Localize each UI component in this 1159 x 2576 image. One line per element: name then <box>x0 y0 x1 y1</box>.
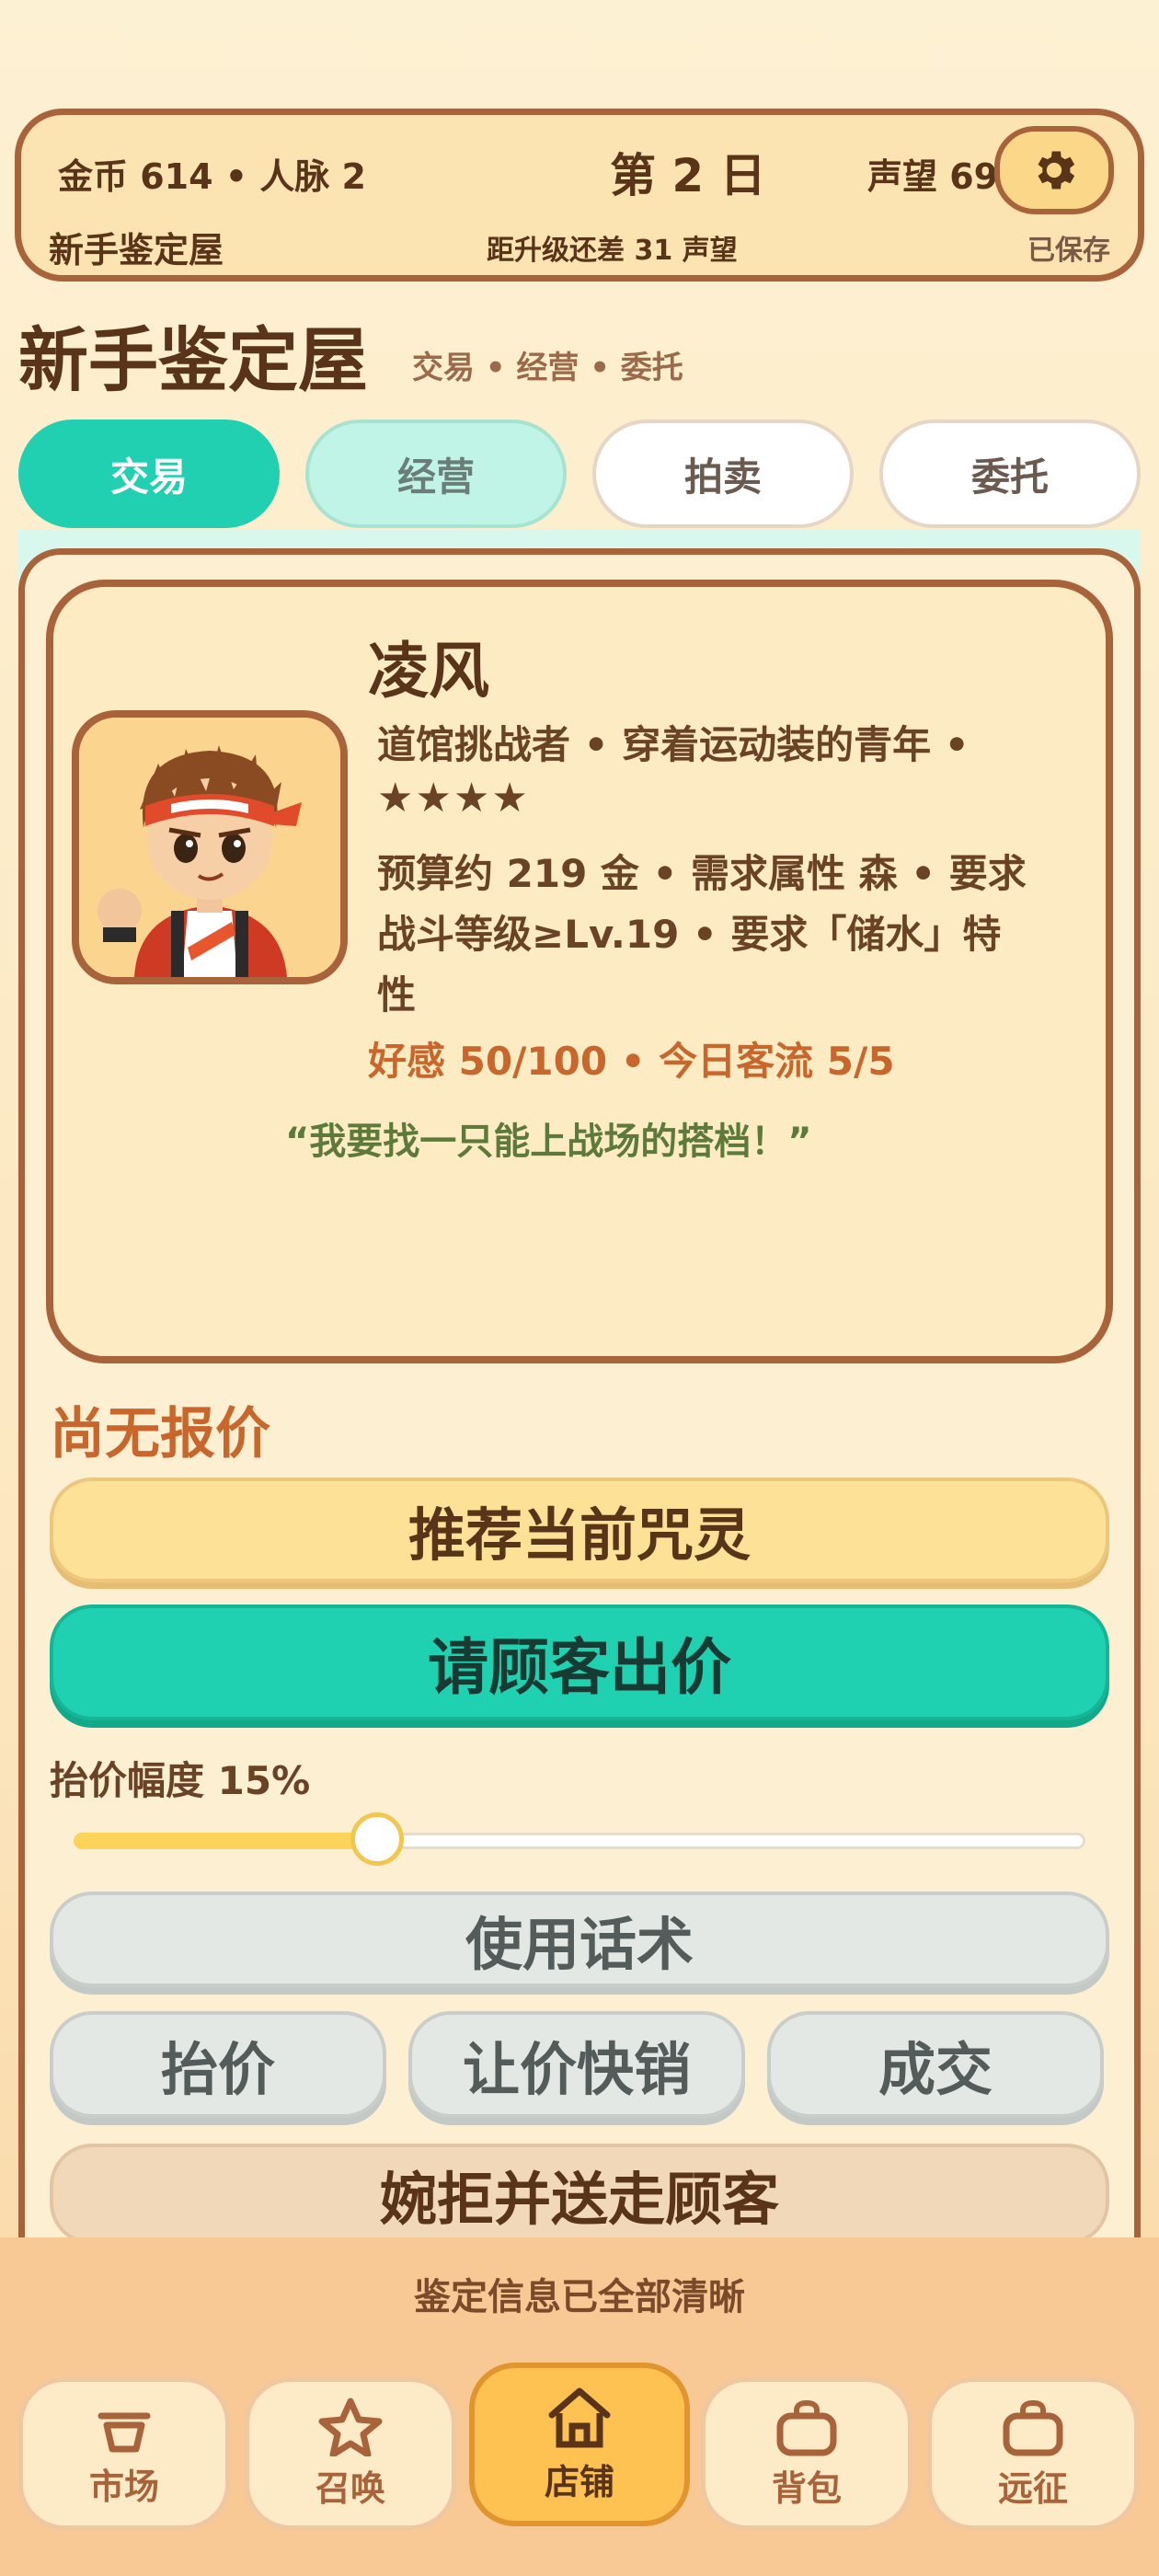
slider-fill <box>74 1833 377 1849</box>
basket-icon <box>98 2412 151 2452</box>
house-icon <box>548 2387 611 2447</box>
nav-expedition-label: 远征 <box>997 2467 1068 2509</box>
raise-price-button[interactable]: 抬价 <box>50 2011 386 2118</box>
nav-shop-label: 店铺 <box>544 2461 614 2502</box>
ask-price-button[interactable]: 请顾客出价 <box>50 1604 1109 1720</box>
nav-shop[interactable]: 店铺 <box>469 2363 690 2526</box>
decline-button-label: 婉拒并送走顾客 <box>379 2166 779 2233</box>
nav-market[interactable]: 市场 <box>18 2377 230 2530</box>
customer-requirement-line: 性 <box>377 972 417 1018</box>
nav-summon[interactable]: 召唤 <box>245 2377 456 2530</box>
slider-thumb[interactable] <box>350 1812 404 1866</box>
status-bar: 金币 614 • 人脉 2 第 2 日 声望 69 新手鉴定屋 距升级还差 31… <box>15 109 1144 282</box>
recommend-button-label: 推荐当前咒灵 <box>407 1501 751 1569</box>
raise-price-button-label: 抬价 <box>160 2036 275 2103</box>
use-talk-button[interactable]: 使用话术 <box>50 1892 1109 1987</box>
shop-rank-label: 新手鉴定屋 <box>49 230 224 270</box>
customer-requirement-line: 战斗等级≥Lv.19 • 要求「储水」特 <box>377 912 1002 957</box>
tab-auction-label: 拍卖 <box>683 454 762 500</box>
nav-backpack[interactable]: 背包 <box>701 2377 912 2530</box>
nav-expedition[interactable]: 远征 <box>927 2377 1139 2530</box>
appraisal-info: 鉴定信息已全部清晰 <box>414 2276 745 2318</box>
customer-requirement-line: 预算约 219 金 • 需求属性 森 • 要求 <box>377 851 1027 896</box>
discount-sell-button-label: 让价快销 <box>462 2036 691 2103</box>
save-status: 已保存 <box>1027 235 1110 267</box>
day-counter: 第 2 日 <box>610 149 766 202</box>
tab-commission-label: 委托 <box>970 454 1049 500</box>
nav-market-label: 市场 <box>88 2466 159 2507</box>
tab-manage[interactable]: 经营 <box>305 420 567 528</box>
upgrade-hint: 距升级还差 31 声望 <box>487 235 738 267</box>
nav-summon-label: 召唤 <box>315 2467 385 2509</box>
raise-range-label: 抬价幅度 15% <box>50 1758 311 1803</box>
bag-icon <box>776 2399 837 2455</box>
page-subtitle: 交易 • 经营 • 委托 <box>412 350 683 386</box>
star-icon <box>318 2398 383 2456</box>
customer-rating-stars: ★★★★ <box>377 775 530 822</box>
tab-trade-label: 交易 <box>109 454 188 500</box>
customer-description: 道馆挑战者 • 穿着运动装的青年 • <box>377 722 970 767</box>
briefcase-icon <box>1003 2399 1063 2455</box>
affinity-traffic: 好感 50/100 • 今日客流 5/5 <box>368 1039 895 1084</box>
gold-counter: 金币 614 • 人脉 2 <box>58 156 366 197</box>
settings-button[interactable] <box>994 126 1114 214</box>
contacts-counter: 人脉 2 <box>259 156 366 197</box>
customer-quote: “我要找一只能上战场的搭档！” <box>285 1121 812 1163</box>
tab-commission[interactable]: 委托 <box>879 420 1141 528</box>
offer-status: 尚无报价 <box>50 1402 270 1466</box>
tab-trade[interactable]: 交易 <box>18 420 280 528</box>
recommend-button[interactable]: 推荐当前咒灵 <box>50 1478 1109 1582</box>
reputation-counter: 声望 69 <box>867 156 999 197</box>
trainer-portrait-icon <box>79 718 340 977</box>
nav-backpack-label: 背包 <box>771 2467 842 2509</box>
decline-button[interactable]: 婉拒并送走顾客 <box>50 2144 1109 2245</box>
customer-name: 凌风 <box>368 636 489 707</box>
deal-button-label: 成交 <box>878 2036 993 2103</box>
customer-avatar <box>72 710 348 984</box>
ask-price-button-label: 请顾客出价 <box>428 1632 731 1703</box>
page-title: 新手鉴定屋 <box>18 319 368 401</box>
tab-auction[interactable]: 拍卖 <box>592 420 854 528</box>
gear-icon <box>1038 151 1075 190</box>
raise-range-slider[interactable] <box>74 1812 1085 1866</box>
use-talk-button-label: 使用话术 <box>465 1911 694 1978</box>
deal-button[interactable]: 成交 <box>767 2011 1104 2118</box>
discount-sell-button[interactable]: 让价快销 <box>408 2011 745 2118</box>
tab-manage-label: 经营 <box>396 454 475 500</box>
